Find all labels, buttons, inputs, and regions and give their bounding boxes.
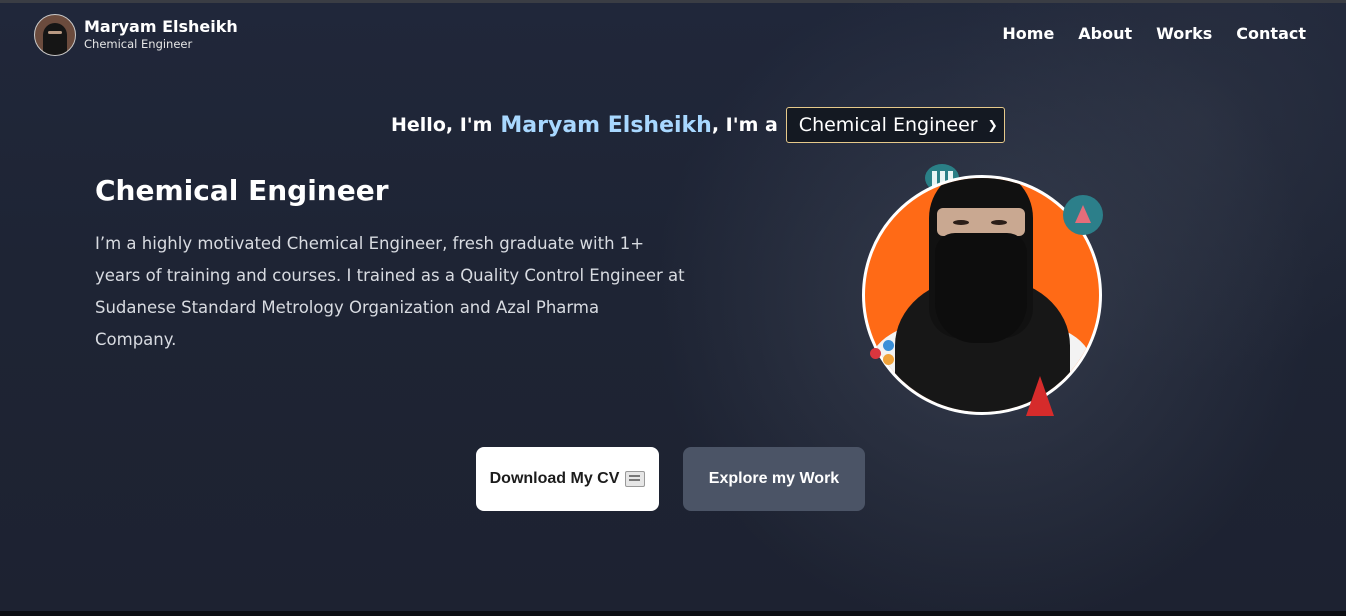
nav-about[interactable]: About	[1078, 24, 1132, 43]
brand-role: Chemical Engineer	[84, 37, 193, 51]
nav-contact[interactable]: Contact	[1236, 24, 1306, 43]
avatar	[34, 14, 76, 56]
role-select-value: Chemical Engineer	[798, 114, 978, 136]
hero-title: Chemical Engineer	[95, 174, 389, 207]
red-flask-icon	[1026, 376, 1054, 416]
hero-description: I’m a highly motivated Chemical Engineer…	[95, 234, 685, 349]
molecule-icon	[870, 340, 900, 368]
hello-suffix: , I'm a	[711, 114, 778, 136]
hello-name: Maryam Elsheikh	[500, 112, 712, 138]
chevron-down-icon: ❯	[987, 118, 998, 132]
brand-name: Maryam Elsheikh	[84, 17, 238, 36]
main-nav: Home About Works Contact	[1002, 24, 1306, 43]
window-top-border	[0, 0, 1346, 3]
brand-text: Maryam Elsheikh Chemical Engineer	[84, 18, 238, 52]
hello-prefix: Hello, I'm	[391, 114, 493, 136]
download-cv-label: Download My CV	[489, 470, 620, 487]
explore-work-button[interactable]: Explore my Work	[683, 447, 865, 511]
brand[interactable]: Maryam Elsheikh Chemical Engineer	[34, 14, 238, 56]
role-select[interactable]: Chemical Engineer ❯	[785, 107, 1005, 143]
download-cv-button[interactable]: Download My CV	[476, 447, 659, 511]
flask-icon	[1063, 195, 1103, 235]
window-bottom-border	[0, 611, 1346, 616]
hello-line: Hello, I'm Maryam Elsheikh , I'm a Chemi…	[391, 107, 1005, 143]
nav-home[interactable]: Home	[1002, 24, 1054, 43]
nav-works[interactable]: Works	[1156, 24, 1212, 43]
explore-work-label: Explore my Work	[708, 470, 840, 487]
newspaper-icon	[625, 471, 646, 487]
